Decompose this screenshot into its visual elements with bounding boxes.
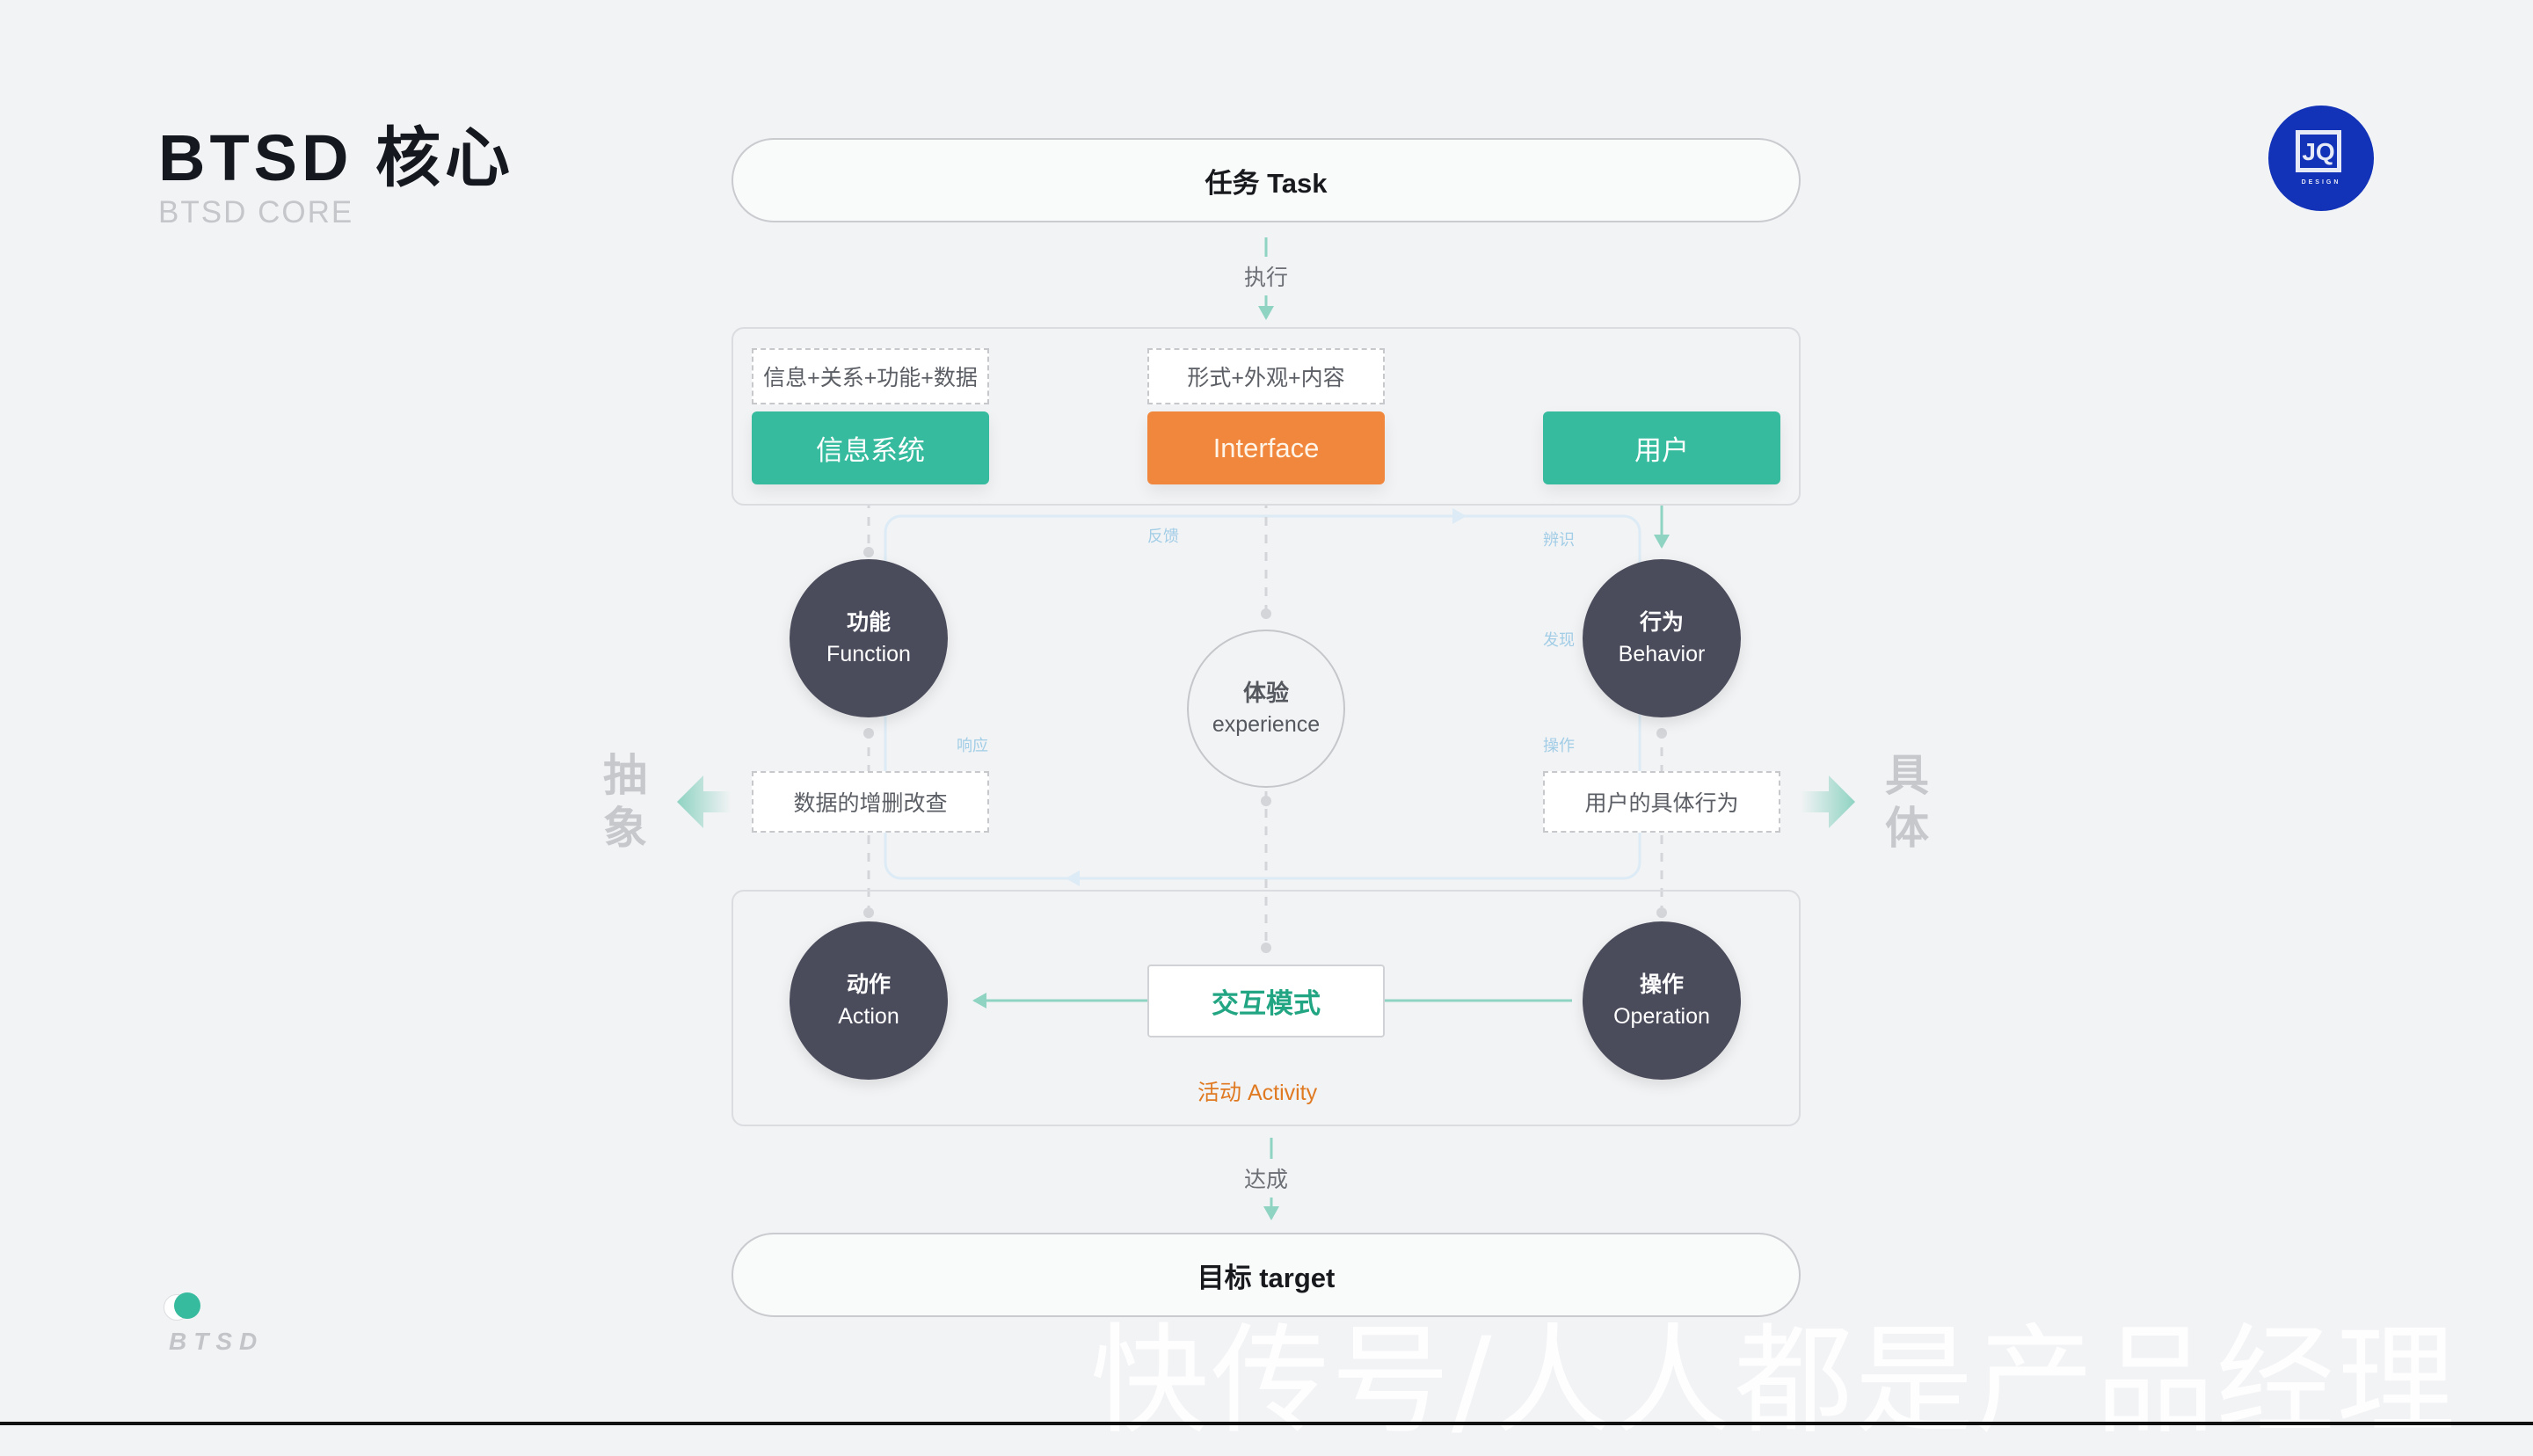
task-pill: 任务 Task	[732, 138, 1801, 222]
behavior-node: 行为 Behavior	[1583, 559, 1741, 717]
function-node-zh: 功能	[846, 610, 891, 635]
info-system-note: 信息+关系+功能+数据	[752, 348, 989, 404]
action-node-en: Action	[838, 1004, 899, 1029]
behavior-node-en: Behavior	[1618, 642, 1706, 666]
footer-toggle-icon	[164, 1292, 216, 1321]
user-behavior-note: 用户的具体行为	[1543, 771, 1780, 833]
concrete-label-char: 体	[1885, 804, 1929, 853]
experience-node: 体验 experience	[1187, 630, 1345, 788]
concrete-arrow-icon	[1801, 775, 1855, 828]
operation-node-zh: 操作	[1639, 972, 1684, 997]
experience-node-zh: 体验	[1242, 680, 1289, 706]
guide-node	[1261, 796, 1271, 806]
user-block: 用户	[1543, 411, 1780, 484]
action-node-zh: 动作	[846, 972, 891, 997]
bottom-edge	[0, 1422, 2533, 1425]
interaction-mode-box: 交互模式	[1147, 965, 1385, 1037]
achieve-label: 达成	[1244, 1159, 1289, 1198]
abstract-label-char: 象	[603, 804, 647, 853]
guide-node	[863, 728, 874, 739]
footer-dot-green	[174, 1292, 200, 1319]
feedback-loop-arrow-top	[1452, 508, 1467, 524]
abstract-arrow-icon	[677, 775, 732, 828]
experience-node-en: experience	[1212, 712, 1321, 737]
action-node: 动作 Action	[790, 921, 948, 1080]
watermark: 快传号/人人都是产品经理	[1090, 1312, 2457, 1450]
info-system-block: 信息系统	[752, 411, 989, 484]
guide-node	[1261, 608, 1271, 619]
operation-node: 操作 Operation	[1583, 921, 1741, 1080]
data-crud-note: 数据的增删改查	[752, 771, 989, 833]
interface-block: Interface	[1147, 411, 1385, 484]
function-node-en: Function	[826, 642, 911, 666]
feedback-loop-arrow-bottom	[1066, 870, 1080, 886]
function-node: 功能 Function	[790, 559, 948, 717]
operation-node-en: Operation	[1613, 1004, 1710, 1029]
concrete-label: 具 体	[1881, 749, 1933, 855]
abstract-label: 抽 象	[599, 749, 651, 855]
behavior-node-zh: 行为	[1639, 610, 1684, 635]
concrete-label-char: 具	[1885, 751, 1929, 800]
identify-label: 辨识	[1543, 531, 1575, 549]
footer-brand: BTSD	[169, 1328, 265, 1355]
discover-label: 发现	[1543, 631, 1575, 649]
operate-label: 操作	[1543, 737, 1575, 754]
abstract-label-char: 抽	[603, 751, 647, 800]
execute-label: 执行	[1244, 257, 1289, 295]
feedback-label: 反馈	[1147, 528, 1179, 545]
activity-label: 活动 Activity	[1197, 1081, 1318, 1105]
guide-node	[1656, 728, 1667, 739]
interface-note: 形式+外观+内容	[1147, 348, 1385, 404]
respond-label: 响应	[957, 737, 988, 754]
guide-node	[863, 547, 874, 557]
